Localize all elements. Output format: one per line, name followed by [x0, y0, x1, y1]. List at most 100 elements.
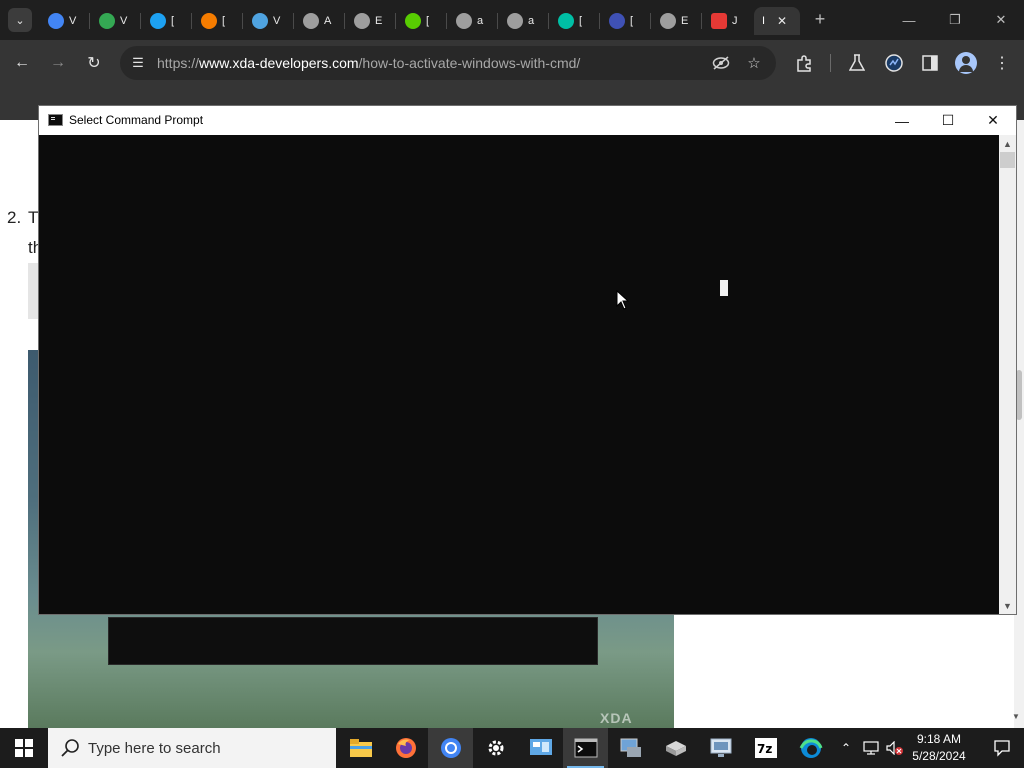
tab-favicon-icon [48, 13, 64, 29]
browser-tab[interactable]: V [40, 7, 90, 35]
window-close-button[interactable]: ✕ [978, 0, 1024, 40]
tab-favicon-icon [558, 13, 574, 29]
disk-tool-taskbar-icon[interactable] [653, 728, 698, 768]
system-clock[interactable]: 9:18 AM 5/28/2024 [905, 731, 973, 765]
cmd-title-bar[interactable]: Select Command Prompt — ☐ ✕ [39, 106, 1016, 135]
cmd-app-icon [48, 114, 63, 126]
url-host: www.xda-developers.com [199, 55, 359, 71]
tab-divider [242, 13, 243, 29]
performance-icon[interactable] [882, 51, 906, 75]
reload-button[interactable]: ↻ [82, 51, 106, 75]
browser-tab[interactable]: [ [193, 7, 243, 35]
profile-avatar[interactable] [955, 52, 977, 74]
cmd-console-area[interactable] [39, 135, 999, 614]
browser-tab[interactable]: V [91, 7, 141, 35]
step-number: 2. [7, 208, 22, 227]
browser-tab[interactable]: [ [601, 7, 651, 35]
tab-divider [497, 13, 498, 29]
step-text-fragment: T [28, 208, 39, 227]
eye-slash-icon[interactable] [711, 53, 731, 73]
scroll-up-arrow-icon[interactable]: ▲ [999, 135, 1016, 152]
file-explorer-taskbar-icon[interactable] [338, 728, 383, 768]
browser-tab[interactable]: a [499, 7, 549, 35]
chevron-down-icon: ⌄ [15, 14, 25, 27]
kebab-menu-icon[interactable]: ⋮ [990, 51, 1014, 75]
command-prompt-window[interactable]: Select Command Prompt — ☐ ✕ ▲ ▼ [38, 105, 1017, 615]
cmd-scrollbar[interactable]: ▲ ▼ [999, 135, 1016, 614]
tab-title: A [324, 15, 332, 27]
browser-tab[interactable]: a [448, 7, 498, 35]
forward-button[interactable]: → [46, 51, 70, 75]
tab-favicon-icon [711, 13, 727, 29]
control-panel-taskbar-icon[interactable] [518, 728, 563, 768]
cmd-maximize-button[interactable]: ☐ [925, 106, 971, 135]
chrome-taskbar-icon[interactable] [428, 728, 473, 768]
tab-title: a [528, 15, 535, 27]
cmd-scrollbar-thumb[interactable] [1000, 152, 1015, 168]
extensions-icon[interactable] [792, 51, 816, 75]
browser-tab[interactable]: V [244, 7, 294, 35]
scroll-down-arrow-icon[interactable]: ▼ [999, 597, 1016, 614]
remote-desktop-taskbar-icon[interactable] [698, 728, 743, 768]
address-bar[interactable]: ☰ https://www.xda-developers.com/how-to-… [120, 46, 776, 80]
browser-tab[interactable]: E [652, 7, 702, 35]
clock-date: 5/28/2024 [912, 749, 966, 763]
browser-tab-active[interactable]: I ✕ [754, 7, 800, 35]
tab-favicon-icon [660, 13, 676, 29]
browser-tab[interactable]: [ [397, 7, 447, 35]
windows-logo-icon [15, 739, 33, 757]
browser-tab[interactable]: E [346, 7, 396, 35]
browser-tab[interactable]: A [295, 7, 345, 35]
tab-title: E [681, 15, 689, 27]
new-tab-button[interactable]: + [810, 9, 830, 29]
7zip-taskbar-icon[interactable]: 7z [743, 728, 788, 768]
tray-overflow-chevron-icon[interactable]: ⌃ [836, 728, 856, 768]
browser-tab[interactable]: [ [142, 7, 192, 35]
side-panel-icon[interactable] [918, 51, 942, 75]
scroll-down-arrow-icon[interactable]: ▼ [1012, 712, 1020, 721]
browser-tab-strip: ⌄ V V [ [ V A E [ a a [[E J I ✕ + — ❐ … [0, 0, 1024, 40]
tab-title: I [762, 15, 766, 27]
text-cursor [720, 280, 728, 296]
window-restore-button[interactable]: ❐ [932, 0, 978, 40]
tab-divider [548, 13, 549, 29]
toolbar-divider [830, 54, 831, 72]
tab-divider [446, 13, 447, 29]
tab-title: E [375, 15, 383, 27]
mouse-pointer-icon [616, 290, 630, 310]
tab-title: [ [630, 15, 634, 27]
firefox-taskbar-icon[interactable] [383, 728, 428, 768]
image-overlay-panel [108, 617, 598, 665]
tab-title: V [69, 15, 77, 27]
command-prompt-taskbar-icon[interactable] [563, 728, 608, 768]
tab-close-icon[interactable]: ✕ [777, 14, 787, 28]
labs-flask-icon[interactable] [845, 51, 869, 75]
tab-title: V [273, 15, 281, 27]
edge-taskbar-icon[interactable] [788, 728, 833, 768]
tab-divider [650, 13, 651, 29]
url-text[interactable]: https://www.xda-developers.com/how-to-ac… [157, 55, 580, 71]
bookmark-star-icon[interactable]: ☆ [744, 53, 764, 73]
settings-gear-taskbar-icon[interactable] [473, 728, 518, 768]
window-minimize-button[interactable]: — [886, 0, 932, 40]
network-icon[interactable] [860, 728, 882, 768]
tab-divider [140, 13, 141, 29]
tab-favicon-icon [99, 13, 115, 29]
taskbar-search-box[interactable]: Type here to search [48, 728, 336, 768]
tab-divider [344, 13, 345, 29]
tab-favicon-icon [456, 13, 472, 29]
cmd-minimize-button[interactable]: — [879, 106, 925, 135]
start-button[interactable] [0, 728, 48, 768]
tab-divider [599, 13, 600, 29]
computer-management-taskbar-icon[interactable] [608, 728, 653, 768]
tab-search-button[interactable]: ⌄ [8, 8, 32, 32]
tab-divider [191, 13, 192, 29]
browser-tab[interactable]: [ [550, 7, 600, 35]
cmd-close-button[interactable]: ✕ [970, 106, 1016, 135]
back-button[interactable]: ← [10, 51, 34, 75]
site-info-icon[interactable]: ☰ [128, 53, 148, 73]
volume-muted-icon[interactable] [884, 728, 906, 768]
url-path: /how-to-activate-windows-with-cmd/ [358, 55, 581, 71]
notification-center-icon[interactable] [980, 728, 1024, 768]
browser-tab[interactable]: J [703, 7, 753, 35]
